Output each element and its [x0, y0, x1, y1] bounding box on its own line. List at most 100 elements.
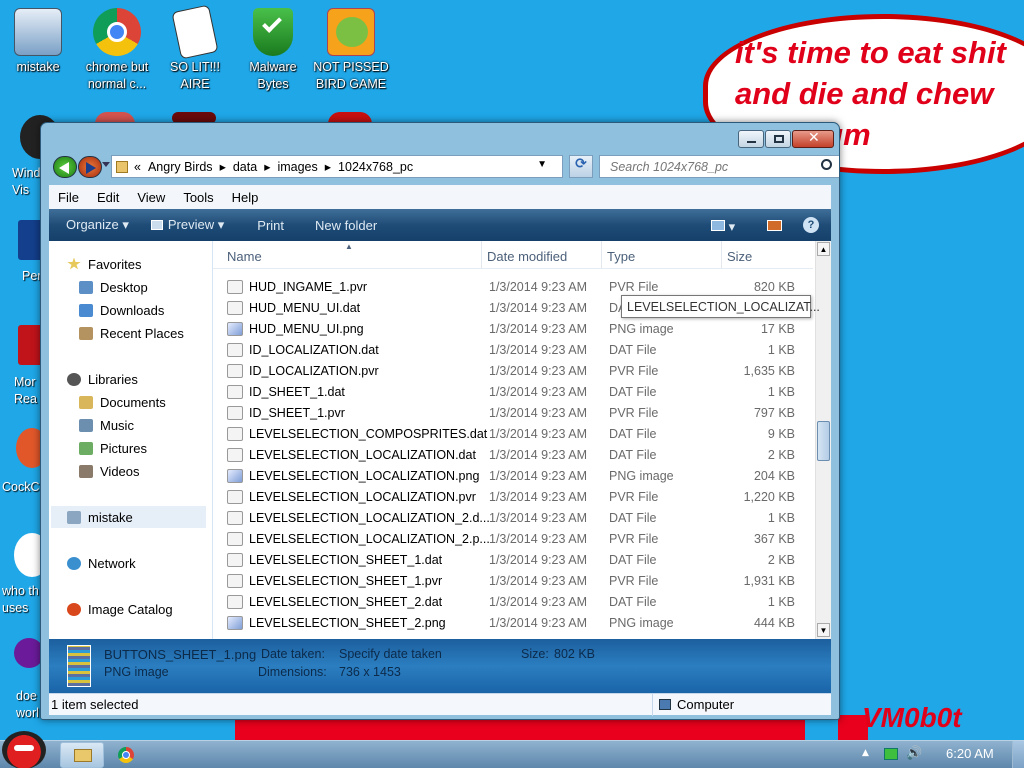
- preview-button[interactable]: Preview ▾: [140, 217, 235, 233]
- file-date: 1/3/2014 9:23 AM: [489, 280, 587, 294]
- nav-libraries[interactable]: Libraries: [67, 368, 138, 390]
- search-icon[interactable]: [821, 159, 832, 170]
- show-desktop-button[interactable]: [1012, 741, 1024, 768]
- star-icon: [67, 257, 81, 270]
- breadcrumb-item[interactable]: images: [277, 160, 317, 174]
- taskbar-chrome-button[interactable]: [118, 747, 134, 763]
- file-date: 1/3/2014 9:23 AM: [489, 532, 587, 546]
- nav-music[interactable]: Music: [79, 414, 134, 436]
- nav-mistake[interactable]: mistake: [51, 506, 206, 528]
- taskbar-explorer-button[interactable]: [60, 742, 104, 768]
- nav-desktop[interactable]: Desktop: [79, 276, 148, 298]
- preview-pane-button[interactable]: [767, 219, 782, 234]
- new-folder-button[interactable]: New folder: [295, 218, 388, 233]
- column-date-modified[interactable]: Date modified: [487, 249, 567, 264]
- nav-videos[interactable]: Videos: [79, 460, 140, 482]
- column-separator: [721, 241, 722, 269]
- file-row[interactable]: ID_SHEET_1.pvr 1/3/2014 9:23 AM PVR File 79…: [223, 403, 813, 424]
- file-row[interactable]: LEVELSELECTION_SHEET_1.dat 1/3/2014 9:23 …: [223, 550, 813, 571]
- file-size: 367 KB: [753, 532, 795, 546]
- file-icon: [227, 406, 243, 420]
- desktop-icon-malwarebytes[interactable]: Malware Bytes: [235, 8, 311, 93]
- refresh-button[interactable]: ⟳: [569, 155, 593, 178]
- file-name: HUD_MENU_UI.png: [249, 322, 364, 336]
- file-size: 1,635 KB: [743, 364, 795, 378]
- search-input[interactable]: Search 1024x768_pc: [599, 155, 839, 178]
- file-row[interactable]: LEVELSELECTION_SHEET_1.pvr 1/3/2014 9:23 …: [223, 571, 813, 592]
- menu-help[interactable]: Help: [223, 190, 268, 205]
- desktop-icon-label: mistake: [16, 60, 60, 74]
- partial-label-cockc: CockC: [2, 480, 40, 494]
- address-dropdown-icon[interactable]: ▼: [537, 159, 547, 170]
- scroll-down-button[interactable]: ▼: [817, 623, 830, 637]
- file-row[interactable]: ID_LOCALIZATION.pvr 1/3/2014 9:23 AM PVR F…: [223, 361, 813, 382]
- details-date-taken-value[interactable]: Specify date taken: [339, 647, 442, 661]
- help-button[interactable]: ?: [803, 217, 819, 233]
- file-row[interactable]: LEVELSELECTION_LOCALIZATION_2.p... 1/3/20…: [223, 529, 813, 550]
- file-row[interactable]: LEVELSELECTION_SHEET_2.dat 1/3/2014 9:23 …: [223, 592, 813, 613]
- clock[interactable]: 6:20 AM: [946, 746, 994, 761]
- breadcrumb-item[interactable]: Angry Birds: [148, 160, 213, 174]
- column-headers: Name ▲ Date modified Type Size: [213, 241, 813, 269]
- file-date: 1/3/2014 9:23 AM: [489, 616, 587, 630]
- computer-icon: [14, 8, 62, 56]
- file-row[interactable]: ID_SHEET_1.dat 1/3/2014 9:23 AM DAT File 1 …: [223, 382, 813, 403]
- file-row[interactable]: HUD_MENU_UI.png 1/3/2014 9:23 AM PNG image…: [223, 319, 813, 340]
- menu-file[interactable]: File: [49, 190, 88, 205]
- minimize-button[interactable]: [738, 130, 764, 148]
- start-button[interactable]: [2, 731, 46, 768]
- column-type[interactable]: Type: [607, 249, 635, 264]
- forward-button[interactable]: [78, 156, 102, 178]
- menu-view[interactable]: View: [128, 190, 174, 205]
- organize-button[interactable]: Organize ▾: [49, 217, 140, 233]
- nav-downloads[interactable]: Downloads: [79, 299, 164, 321]
- scroll-up-button[interactable]: ▲: [817, 242, 830, 256]
- breadcrumb-item[interactable]: 1024x768_pc: [338, 160, 413, 174]
- chrome-icon: [93, 8, 141, 56]
- maximize-button[interactable]: [765, 130, 791, 148]
- column-size[interactable]: Size: [727, 249, 752, 264]
- file-row[interactable]: LEVELSELECTION_LOCALIZATION.png 1/3/2014 …: [223, 466, 813, 487]
- desktop-icon-solitaire[interactable]: SO LIT!!! AIRE: [157, 4, 233, 93]
- nav-recent-places[interactable]: Recent Places: [79, 322, 184, 344]
- desktop-icon-pissed-bird[interactable]: NOT PISSED BIRD GAME: [313, 8, 389, 93]
- desktop-icon-chrome[interactable]: chrome but normal c...: [79, 8, 155, 93]
- file-name: HUD_INGAME_1.pvr: [249, 280, 368, 294]
- scroll-thumb[interactable]: [817, 421, 830, 461]
- menu-edit[interactable]: Edit: [88, 190, 128, 205]
- menu-tools[interactable]: Tools: [174, 190, 222, 205]
- file-icon: [227, 343, 243, 357]
- nav-network[interactable]: Network: [67, 552, 136, 574]
- file-row[interactable]: LEVELSELECTION_LOCALIZATION.dat 1/3/2014 …: [223, 445, 813, 466]
- taskbar: ▲ 🔊 6:20 AM: [0, 731, 1024, 768]
- nav-pictures[interactable]: Pictures: [79, 437, 147, 459]
- downloads-icon: [79, 303, 93, 317]
- address-bar[interactable]: « Angry Birds ▸ data ▸ images ▸ 1024x768…: [111, 155, 563, 178]
- menu-bar: File Edit View Tools Help: [49, 185, 831, 209]
- title-bar[interactable]: ✕: [41, 123, 839, 153]
- file-icon: [227, 280, 243, 294]
- desktop-icon-mistake[interactable]: mistake: [0, 8, 76, 76]
- column-name[interactable]: Name: [227, 249, 262, 264]
- file-row[interactable]: LEVELSELECTION_SHEET_2.png 1/3/2014 9:23 …: [223, 613, 813, 634]
- close-button[interactable]: ✕: [792, 130, 834, 148]
- file-row[interactable]: LEVELSELECTION_LOCALIZATION.pvr 1/3/2014 …: [223, 487, 813, 508]
- nav-favorites[interactable]: Favorites: [67, 253, 141, 275]
- print-button[interactable]: Print: [235, 218, 295, 233]
- volume-icon[interactable]: 🔊: [906, 746, 922, 761]
- nav-documents[interactable]: Documents: [79, 391, 166, 413]
- chrome-icon: [122, 751, 130, 759]
- nav-image-catalog[interactable]: Image Catalog: [67, 598, 173, 620]
- breadcrumb-item[interactable]: data: [233, 160, 257, 174]
- show-hidden-icons-icon[interactable]: ▲: [862, 748, 869, 758]
- recent-pages-dropdown[interactable]: [102, 162, 110, 167]
- file-row[interactable]: LEVELSELECTION_COMPOSPRITES.dat 1/3/2014 …: [223, 424, 813, 445]
- file-row[interactable]: ID_LOCALIZATION.dat 1/3/2014 9:23 AM DAT F…: [223, 340, 813, 361]
- file-row[interactable]: LEVELSELECTION_LOCALIZATION_2.d... 1/3/20…: [223, 508, 813, 529]
- breadcrumb-overflow[interactable]: «: [134, 160, 141, 174]
- back-button[interactable]: [53, 156, 77, 178]
- file-date: 1/3/2014 9:23 AM: [489, 511, 587, 525]
- views-button[interactable]: ▾: [711, 219, 735, 235]
- network-tray-icon[interactable]: [884, 748, 898, 760]
- explorer-window[interactable]: ✕ « Angry Birds ▸ data ▸ images ▸ 1024x7…: [40, 122, 840, 720]
